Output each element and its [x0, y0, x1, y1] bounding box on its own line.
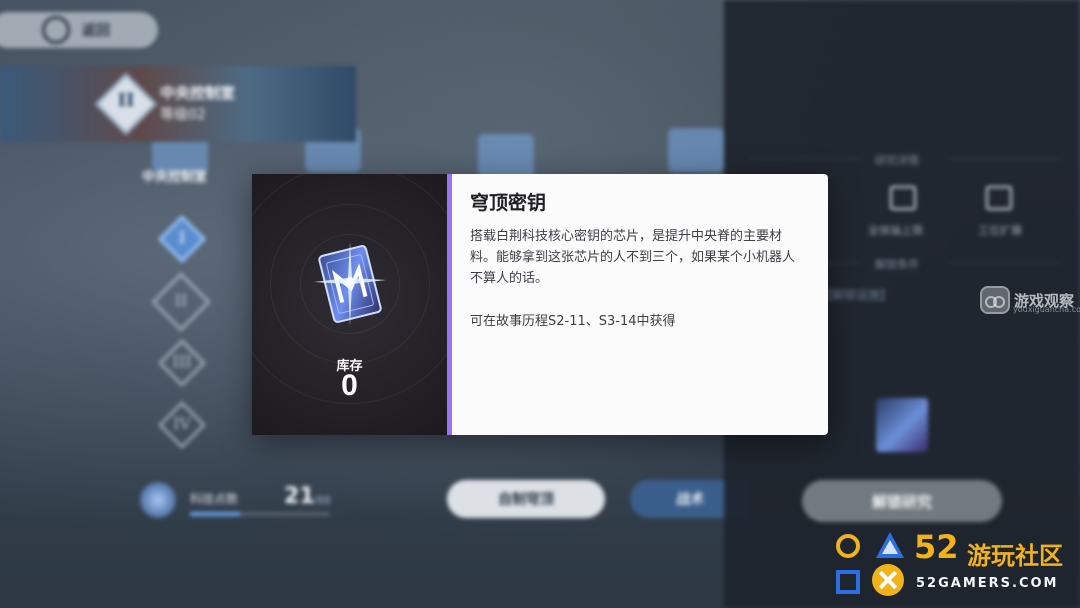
back-label: 返回	[82, 23, 110, 39]
divider	[950, 262, 1060, 263]
effect-label-1: 全体抽上限	[868, 224, 923, 237]
tech-points-icon	[140, 482, 176, 518]
upgrade-icon	[890, 186, 916, 210]
self-build-button[interactable]: 自制穹顶	[447, 480, 605, 518]
unlock-research-button[interactable]: 解锁研究	[802, 480, 1002, 522]
watermark-site2-name: 游玩社区	[967, 542, 1063, 570]
item-description: 搭载白荆科技核心密钥的芯片，是提升中央脊的主要材料。能够拿到这张芯片的人不到三个…	[470, 229, 796, 286]
tools-icon[interactable]	[668, 128, 724, 172]
unlock-section-title: 解锁条件	[875, 258, 919, 271]
facility-level: 等级02	[160, 107, 206, 123]
cross-logo-icon	[872, 564, 904, 596]
divider	[750, 158, 860, 159]
battle-label: 战术	[676, 492, 704, 508]
item-source: 可在故事历程S2-11、S3-14中获得	[470, 314, 676, 329]
tech-points-max: /88	[313, 494, 331, 507]
tech-points-bar-fill	[190, 512, 241, 516]
dome-key-chip-icon	[312, 238, 388, 330]
grid-icon	[986, 186, 1012, 210]
stock-value: 0	[341, 369, 358, 402]
back-icon	[42, 16, 70, 44]
item-info-panel: 穹顶密钥 搭载白荆科技核心密钥的芯片，是提升中央脊的主要材料。能够拿到这张芯片的…	[452, 174, 828, 435]
category-label: 中央控制室	[142, 170, 208, 185]
unlock-research-label: 解锁研究	[871, 492, 932, 511]
item-name: 穹顶密钥	[470, 192, 547, 214]
details-section-title: 研究详情	[875, 154, 919, 167]
effect-label-2: 工位扩展	[978, 224, 1022, 237]
tier-label-3: III	[172, 352, 192, 371]
watermark-site2-domain: 52GAMERS.COM	[916, 576, 1059, 591]
square-logo-icon	[836, 570, 860, 594]
tech-points-label: 科技点数	[190, 492, 239, 506]
triangle-logo-icon	[876, 532, 904, 558]
tier-badge-text: II	[117, 90, 135, 111]
dumbbell-icon[interactable]	[478, 134, 534, 178]
chip-graphic	[314, 242, 386, 326]
tech-points-value: 21	[284, 484, 315, 509]
tech-points-bar	[190, 512, 330, 516]
facility-title: 中央控制室	[160, 84, 236, 102]
item-preview-panel: 库存 0	[252, 174, 447, 435]
item-detail-modal[interactable]: 库存 0 穹顶密钥 搭载白荆科技核心密钥的芯片，是提升中央脊的主要材料。能够拿到…	[252, 174, 828, 435]
required-item-icon[interactable]	[876, 398, 928, 452]
watermark-site2-number: 52	[914, 528, 959, 566]
watermark-site1-domain: youxiguancha.com	[1013, 305, 1080, 314]
tier-label-4: IV	[173, 414, 191, 433]
divider	[950, 158, 1060, 159]
tier-label-1: I	[178, 228, 186, 247]
back-button[interactable]: 返回	[0, 12, 158, 48]
tier-label-2: II	[174, 291, 188, 310]
unlock-facility-link[interactable]: 【解锁设施】	[820, 286, 892, 303]
gamepad-logo-icon	[980, 286, 1010, 314]
self-build-label: 自制穹顶	[498, 492, 554, 508]
watermark-52gamers: 52 游玩社区 52GAMERS.COM	[832, 528, 1080, 604]
circle-logo-icon	[836, 534, 860, 558]
